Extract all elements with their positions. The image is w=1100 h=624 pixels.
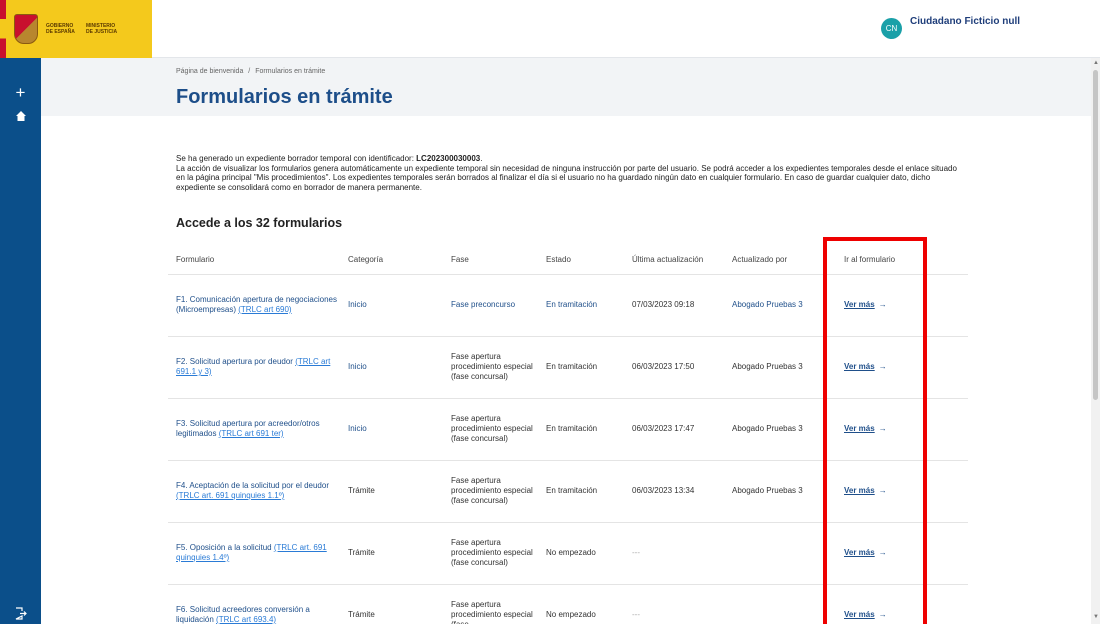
phase-cell: Fase apertura procedimiento especial (fa… (443, 336, 538, 399)
law-reference-link[interactable]: (TRLC art 690) (238, 305, 291, 314)
status-cell: En tramitación (538, 460, 624, 523)
updated-by-cell: Abogado Pruebas 3 (724, 460, 830, 523)
law-reference-link[interactable]: (TRLC art 691 ter) (219, 429, 284, 438)
column-header: Estado (538, 245, 624, 275)
ver-mas-link[interactable]: Ver más (844, 424, 875, 433)
table-row: F1. Comunicación apertura de negociacion… (168, 274, 968, 337)
status-cell: En tramitación (538, 274, 624, 337)
column-header: Actualizado por (724, 245, 830, 275)
table-row: F5. Oposición a la solicitud (TRLC art. … (168, 522, 968, 585)
arrow-right-icon[interactable]: → (879, 300, 887, 309)
table-row: F3. Solicitud apertura por acreedor/otro… (168, 398, 968, 461)
category-cell: Inicio (340, 336, 443, 399)
arrow-right-icon[interactable]: → (879, 548, 887, 557)
ver-mas-link[interactable]: Ver más (844, 300, 875, 309)
breadcrumb-separator: / (248, 68, 251, 75)
status-cell: En tramitación (538, 398, 624, 461)
page-header-band: Página de bienvenida / Formularios en tr… (41, 58, 1091, 116)
form-name-cell: F6. Solicitud acreedores conversión a li… (168, 584, 340, 624)
link-cell: Ver más → (830, 522, 968, 585)
law-reference-link[interactable]: (TRLC art. 691 quinquies 1.1º) (176, 491, 284, 500)
logo-ministerio-text: MINISTERIO DE JUSTICIA (86, 23, 118, 35)
scroll-down-icon[interactable]: ▼ (1093, 614, 1099, 620)
category-cell: Inicio (340, 398, 443, 461)
flag-stripe (0, 0, 6, 58)
law-reference-link[interactable]: (TRLC art 693.4) (216, 615, 276, 624)
ver-mas-link[interactable]: Ver más (844, 610, 875, 619)
identifier: LC202300030003 (416, 154, 481, 163)
ver-mas-link[interactable]: Ver más (844, 486, 875, 495)
phase-cell: Fase apertura procedimiento especial (fa… (443, 398, 538, 461)
user-menu[interactable]: CN Ciudadano Ficticio null (881, 16, 1020, 39)
updated-by-cell (724, 522, 830, 585)
table-header-row: Formulario Categoría Fase Estado Última … (168, 245, 968, 275)
notice-paragraph: La acción de visualizar los formularios … (176, 163, 957, 192)
updated-cell: 07/03/2023 09:18 (624, 274, 724, 337)
form-name-cell: F4. Aceptación de la solicitud por el de… (168, 460, 340, 523)
plus-icon[interactable]: + (12, 84, 29, 101)
link-cell: Ver más → (830, 274, 968, 337)
arrow-right-icon[interactable]: → (879, 424, 887, 433)
updated-by-cell (724, 584, 830, 624)
updated-cell: 06/03/2023 13:34 (624, 460, 724, 523)
updated-by-cell: Abogado Pruebas 3 (724, 274, 830, 337)
link-cell: Ver más → (830, 584, 968, 624)
column-header: Fase (443, 245, 538, 275)
form-name-cell: F3. Solicitud apertura por acreedor/otro… (168, 398, 340, 461)
coat-of-arms-icon (14, 14, 38, 44)
table-row: F2. Solicitud apertura por deudor (TRLC … (168, 336, 968, 399)
status-cell: En tramitación (538, 336, 624, 399)
government-logo[interactable]: GOBIERNO DE ESPAÑA MINISTERIO DE JUSTICI… (0, 0, 152, 58)
left-sidebar: + (0, 58, 41, 624)
updated-cell: 06/03/2023 17:50 (624, 336, 724, 399)
avatar[interactable]: CN (881, 18, 902, 39)
breadcrumb-current: Formularios en trámite (255, 68, 326, 75)
top-header: GOBIERNO DE ESPAÑA MINISTERIO DE JUSTICI… (0, 0, 1100, 58)
table-row: F6. Solicitud acreedores conversión a li… (168, 584, 968, 624)
form-name-cell: F2. Solicitud apertura por deudor (TRLC … (168, 336, 340, 399)
logout-icon[interactable] (12, 606, 29, 623)
updated-cell: --- (624, 584, 724, 624)
column-header: Categoría (340, 245, 443, 275)
arrow-right-icon[interactable]: → (879, 362, 887, 371)
section-title: Accede a los 32 formularios (176, 216, 343, 230)
scroll-up-icon[interactable]: ▲ (1093, 60, 1099, 66)
updated-cell: --- (624, 522, 724, 585)
column-header: Formulario (168, 245, 340, 275)
link-cell: Ver más → (830, 398, 968, 461)
status-cell: No empezado (538, 522, 624, 585)
category-cell: Trámite (340, 584, 443, 624)
updated-by-cell: Abogado Pruebas 3 (724, 398, 830, 461)
phase-cell: Fase apertura procedimiento especial (fa… (443, 460, 538, 523)
updated-by-cell: Abogado Pruebas 3 (724, 336, 830, 399)
category-cell: Trámite (340, 460, 443, 523)
link-cell: Ver más → (830, 460, 968, 523)
ver-mas-link[interactable]: Ver más (844, 548, 875, 557)
phase-cell: Fase apertura procedimiento especial (fa… (443, 584, 538, 624)
form-name-cell: F1. Comunicación apertura de negociacion… (168, 274, 340, 337)
table-row: F4. Aceptación de la solicitud por el de… (168, 460, 968, 523)
phase-cell: Fase apertura procedimiento especial (fa… (443, 522, 538, 585)
updated-cell: 06/03/2023 17:47 (624, 398, 724, 461)
column-header: Ir al formulario (830, 245, 968, 275)
scrollbar-thumb[interactable] (1093, 70, 1098, 400)
forms-table: Formulario Categoría Fase Estado Última … (168, 245, 968, 624)
status-cell: No empezado (538, 584, 624, 624)
user-name[interactable]: Ciudadano Ficticio null (910, 16, 1020, 27)
phase-cell: Fase preconcurso (443, 274, 538, 337)
arrow-right-icon[interactable]: → (879, 610, 887, 619)
form-name-cell: F5. Oposición a la solicitud (TRLC art. … (168, 522, 340, 585)
logo-gobierno-text: GOBIERNO DE ESPAÑA (46, 23, 75, 35)
category-cell: Trámite (340, 522, 443, 585)
breadcrumb: Página de bienvenida / Formularios en tr… (176, 68, 328, 75)
home-icon[interactable] (12, 108, 29, 125)
link-cell: Ver más → (830, 336, 968, 399)
category-cell: Inicio (340, 274, 443, 337)
ver-mas-link[interactable]: Ver más (844, 362, 875, 371)
column-header: Última actualización (624, 245, 724, 275)
page-title: Formularios en trámite (176, 86, 393, 108)
breadcrumb-home-link[interactable]: Página de bienvenida (176, 68, 243, 75)
arrow-right-icon[interactable]: → (879, 486, 887, 495)
temporary-file-notice: Se ha generado un expediente borrador te… (176, 154, 966, 192)
